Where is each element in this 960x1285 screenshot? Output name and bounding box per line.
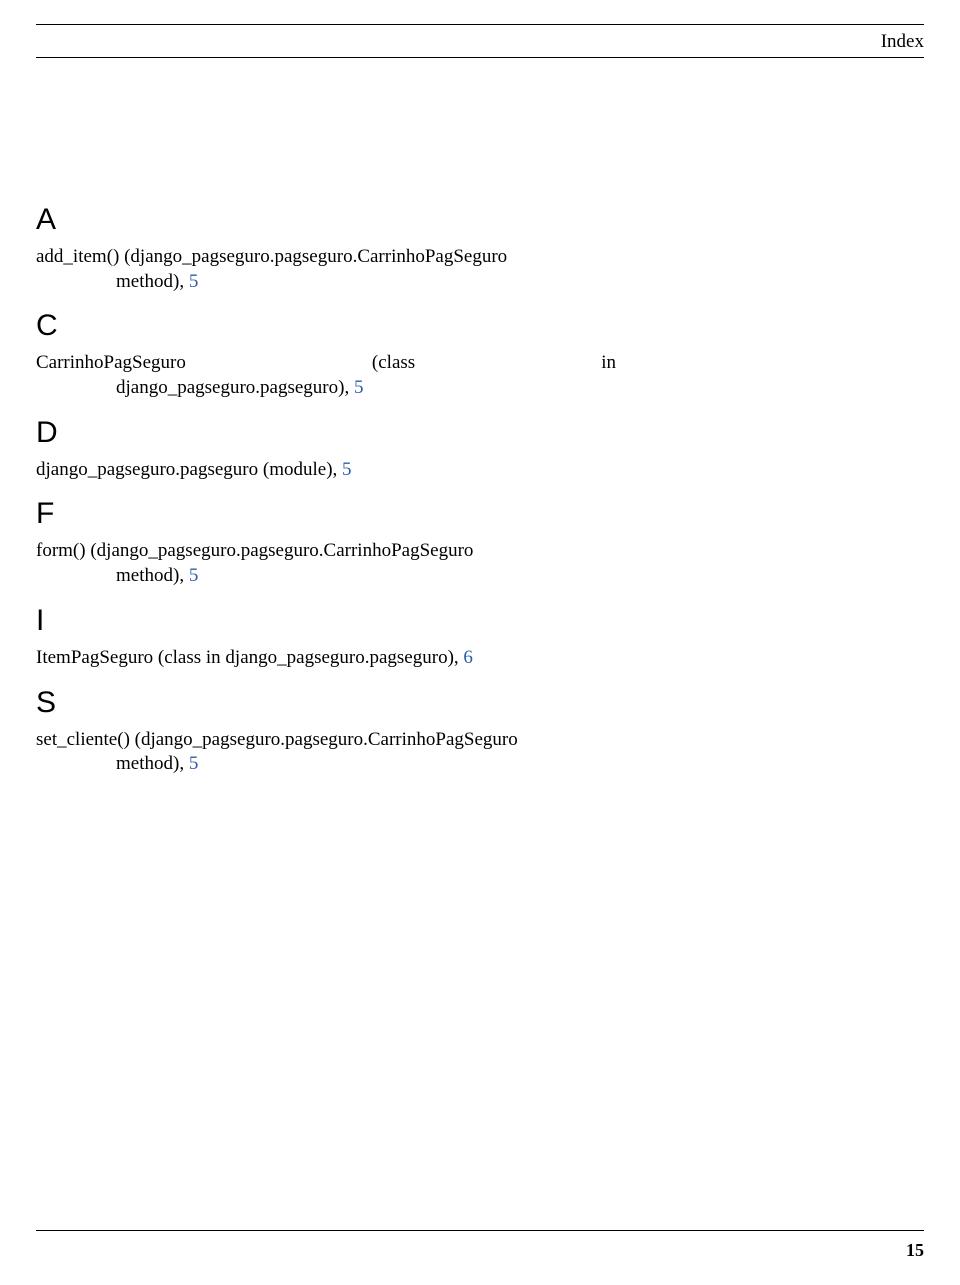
index-entry-text: method),	[116, 271, 189, 292]
page-ref-link[interactable]: 5	[189, 565, 199, 586]
page-ref-link[interactable]: 5	[342, 459, 352, 480]
index-entry-line: form() (django_pagseguro.pagseguro.Carri…	[36, 539, 616, 564]
index-entry-text: (class	[372, 351, 415, 376]
index-letter-d: D	[36, 413, 616, 452]
page-ref-link[interactable]: 5	[354, 377, 364, 398]
index-entry-text: django_pagseguro.pagseguro),	[116, 377, 354, 398]
index-letter-i: I	[36, 601, 616, 640]
index-entry-text: in	[601, 351, 616, 376]
index-content: A add_item() (django_pagseguro.pagseguro…	[36, 58, 616, 777]
index-letter-f: F	[36, 494, 616, 533]
index-entry: set_cliente() (django_pagseguro.pagsegur…	[36, 728, 616, 777]
page-ref-link[interactable]: 5	[189, 753, 199, 774]
index-entry-text: ItemPagSeguro (class in django_pagseguro…	[36, 647, 463, 668]
index-entry-cont: method), 5	[36, 270, 616, 295]
page-ref-link[interactable]: 6	[463, 647, 473, 668]
index-entry-cont: django_pagseguro.pagseguro), 5	[36, 376, 616, 401]
index-entry-text: method),	[116, 753, 189, 774]
index-entry: CarrinhoPagSeguro (class in django_pagse…	[36, 351, 616, 400]
index-entry: form() (django_pagseguro.pagseguro.Carri…	[36, 539, 616, 588]
footer-rule	[36, 1230, 924, 1231]
page-number: 15	[906, 1240, 924, 1261]
page-ref-link[interactable]: 5	[189, 271, 199, 292]
page: Index A add_item() (django_pagseguro.pag…	[0, 0, 960, 1285]
index-entry: ItemPagSeguro (class in django_pagseguro…	[36, 646, 616, 671]
index-letter-s: S	[36, 683, 616, 722]
index-entry-cont: method), 5	[36, 564, 616, 589]
index-entry-line: set_cliente() (django_pagseguro.pagsegur…	[36, 728, 616, 753]
index-entry: add_item() (django_pagseguro.pagseguro.C…	[36, 245, 616, 294]
index-entry-cont: method), 5	[36, 752, 616, 777]
index-letter-c: C	[36, 306, 616, 345]
index-entry-text: django_pagseguro.pagseguro (module),	[36, 459, 342, 480]
index-entry: django_pagseguro.pagseguro (module), 5	[36, 458, 616, 483]
index-entry-line: add_item() (django_pagseguro.pagseguro.C…	[36, 245, 616, 270]
index-entry-text: method),	[116, 565, 189, 586]
index-letter-a: A	[36, 200, 616, 239]
index-entry-line: CarrinhoPagSeguro (class in	[36, 351, 616, 376]
page-title: Index	[36, 25, 924, 57]
index-entry-text: CarrinhoPagSeguro	[36, 351, 186, 376]
